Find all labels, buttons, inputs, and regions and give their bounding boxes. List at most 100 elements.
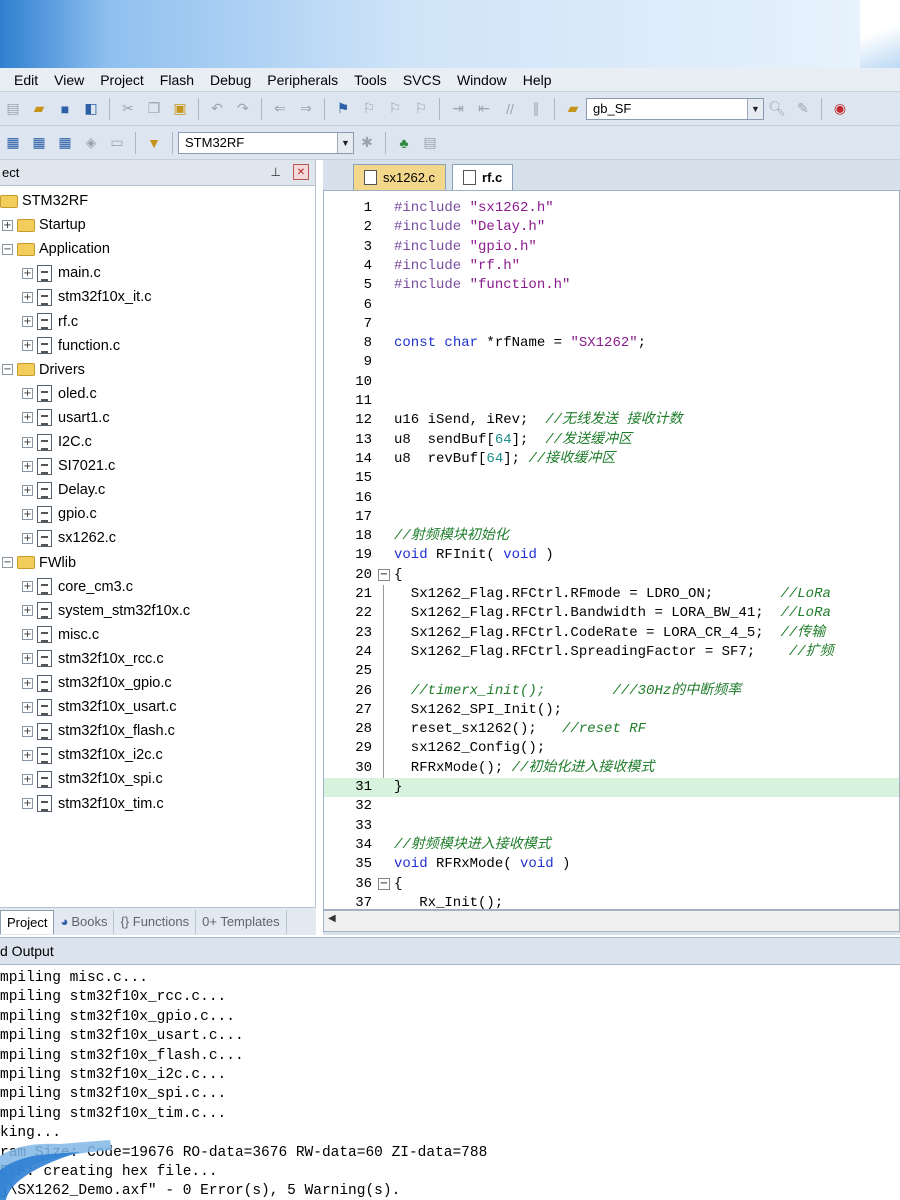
expand-icon[interactable]: + — [22, 749, 33, 761]
manage-packs-icon[interactable]: ▤ — [419, 132, 441, 154]
menu-window[interactable]: Window — [449, 72, 515, 88]
code-line[interactable]: 17 — [324, 508, 899, 527]
fold-icon[interactable]: − — [378, 568, 390, 581]
code-line[interactable]: 3 #include "gpio.h" — [324, 238, 899, 257]
tab-books[interactable]: ◕ Books — [54, 909, 115, 934]
tree-file-item[interactable]: + function.c — [22, 335, 120, 357]
chevron-down-icon[interactable]: ▼ — [747, 98, 763, 119]
expand-icon[interactable]: + — [22, 701, 33, 713]
save-all-icon[interactable]: ◧ — [80, 98, 102, 120]
tree-file-item[interactable]: + I2C.c — [22, 431, 92, 453]
code-line[interactable]: 22 Sx1262_Flag.RFCtrl.Bandwidth = LORA_B… — [324, 604, 899, 623]
tab-sx1262-c[interactable]: sx1262.c — [353, 164, 447, 190]
tab-templates[interactable]: 0+ Templates — [196, 909, 287, 934]
expand-icon[interactable]: + — [22, 653, 33, 665]
menu-peripherals[interactable]: Peripherals — [259, 72, 346, 88]
tree-file-item[interactable]: + stm32f10x_gpio.c — [22, 672, 172, 694]
tree-file-item[interactable]: + Delay.c — [22, 479, 105, 501]
code-line[interactable]: 2 #include "Delay.h" — [324, 218, 899, 237]
code-line[interactable]: 26 //timerx_init(); ///30Hz的中断频率 — [324, 682, 899, 701]
horizontal-scrollbar[interactable]: ◀ — [323, 910, 900, 932]
search-combo[interactable]: gb_SF ▼ — [586, 97, 764, 120]
code-line[interactable]: 14 u8 revBuf[64]; //接收缓冲区 — [324, 450, 899, 469]
code-line[interactable]: 16 — [324, 489, 899, 508]
tree-root-item[interactable]: STM32RF — [0, 190, 88, 212]
code-line[interactable]: 15 — [324, 469, 899, 488]
code-line[interactable]: 25 — [324, 662, 899, 681]
unindent-icon[interactable]: ⇤ — [473, 98, 495, 120]
collapse-icon[interactable]: − — [2, 557, 13, 568]
new-file-icon[interactable]: ▤ — [2, 98, 24, 120]
prev-bookmark-icon[interactable]: ⚐ — [358, 98, 380, 120]
menu-view[interactable]: View — [46, 72, 92, 88]
target-combo[interactable]: STM32RF ▼ — [178, 131, 354, 154]
tree-file-item[interactable]: + stm32f10x_usart.c — [22, 696, 176, 718]
code-line[interactable]: 5 #include "function.h" — [324, 276, 899, 295]
expand-icon[interactable]: + — [22, 725, 33, 737]
code-line[interactable]: 10 — [324, 373, 899, 392]
tree-file-item[interactable]: + oled.c — [22, 383, 97, 405]
code-line[interactable]: 20−{ — [324, 566, 899, 585]
code-line[interactable]: 30 RFRxMode(); //初始化进入接收模式 — [324, 759, 899, 778]
tree-file-item[interactable]: + system_stm32f10x.c — [22, 600, 190, 622]
code-line[interactable]: 13 u8 sendBuf[64]; //发送缓冲区 — [324, 431, 899, 450]
next-bookmark-icon[interactable]: ⚐ — [384, 98, 406, 120]
close-icon[interactable]: ✕ — [293, 164, 309, 180]
navigate-forward-icon[interactable]: ⇒ — [295, 98, 317, 120]
tab-rf-c[interactable]: rf.c — [452, 164, 514, 190]
cut-icon[interactable]: ✂ — [117, 98, 139, 120]
expand-icon[interactable]: + — [22, 460, 33, 472]
tree-file-item[interactable]: + usart1.c — [22, 407, 110, 429]
menu-flash[interactable]: Flash — [152, 72, 202, 88]
code-line[interactable]: 29 sx1262_Config(); — [324, 739, 899, 758]
menu-svcs[interactable]: SVCS — [395, 72, 449, 88]
target-options-icon[interactable]: ✱ — [356, 132, 378, 154]
menu-tools[interactable]: Tools — [346, 72, 395, 88]
fold-icon[interactable]: − — [378, 877, 390, 890]
expand-icon[interactable]: + — [2, 219, 13, 231]
code-line[interactable]: 1 #include "sx1262.h" — [324, 199, 899, 218]
expand-icon[interactable]: + — [22, 291, 33, 303]
code-line[interactable]: 8 const char *rfName = "SX1262"; — [324, 334, 899, 353]
paste-icon[interactable]: ▣ — [169, 98, 191, 120]
tree-file-item[interactable]: + stm32f10x_it.c — [22, 286, 152, 308]
tree-group-item[interactable]: + Startup — [2, 214, 86, 236]
tree-group-item[interactable]: − FWlib — [2, 552, 76, 574]
code-line[interactable]: 6 — [324, 296, 899, 315]
code-line[interactable]: 23 Sx1262_Flag.RFCtrl.CodeRate = LORA_CR… — [324, 624, 899, 643]
tree-file-item[interactable]: + stm32f10x_flash.c — [22, 720, 175, 742]
rebuild-icon[interactable]: ▦ — [54, 132, 76, 154]
tree-file-item[interactable]: + stm32f10x_spi.c — [22, 768, 163, 790]
code-line[interactable]: 4 #include "rf.h" — [324, 257, 899, 276]
expand-icon[interactable]: + — [22, 532, 33, 544]
build-icon[interactable]: ▦ — [28, 132, 50, 154]
expand-icon[interactable]: + — [22, 581, 33, 593]
debug-session-icon[interactable]: ◉ — [829, 98, 851, 120]
code-line[interactable]: 11 — [324, 392, 899, 411]
tree-file-item[interactable]: + stm32f10x_i2c.c — [22, 744, 163, 766]
translate-icon[interactable]: ▦ — [2, 132, 24, 154]
clear-bookmarks-icon[interactable]: ⚐ — [410, 98, 432, 120]
find-in-files-icon[interactable]: ▰ — [562, 98, 584, 120]
expand-icon[interactable]: + — [22, 340, 33, 352]
expand-icon[interactable]: + — [22, 388, 33, 400]
code-line[interactable]: 18 //射频模块初始化 — [324, 527, 899, 546]
tree-file-item[interactable]: + core_cm3.c — [22, 576, 133, 598]
expand-icon[interactable]: + — [22, 412, 33, 424]
code-line[interactable]: 9 — [324, 353, 899, 372]
code-editor[interactable]: 1 #include "sx1262.h" 2 #include "Delay.h" 3… — [323, 190, 900, 910]
undo-icon[interactable]: ↶ — [206, 98, 228, 120]
code-line[interactable]: 24 Sx1262_Flag.RFCtrl.SpreadingFactor = … — [324, 643, 899, 662]
tree-file-item[interactable]: + misc.c — [22, 624, 99, 646]
tree-file-item[interactable]: + gpio.c — [22, 503, 97, 525]
menu-project[interactable]: Project — [92, 72, 152, 88]
tab-functions[interactable]: {} Functions — [114, 909, 197, 934]
code-line[interactable]: 36−{ — [324, 875, 899, 894]
batch-build-icon[interactable]: ◈ — [80, 132, 102, 154]
expand-icon[interactable]: + — [22, 267, 33, 279]
expand-icon[interactable]: + — [22, 484, 33, 496]
code-line[interactable]: 19 void RFInit( void ) — [324, 546, 899, 565]
comment-icon[interactable]: // — [499, 98, 521, 120]
tree-file-item[interactable]: + rf.c — [22, 311, 78, 333]
code-line[interactable]: 28 reset_sx1262(); //reset RF — [324, 720, 899, 739]
